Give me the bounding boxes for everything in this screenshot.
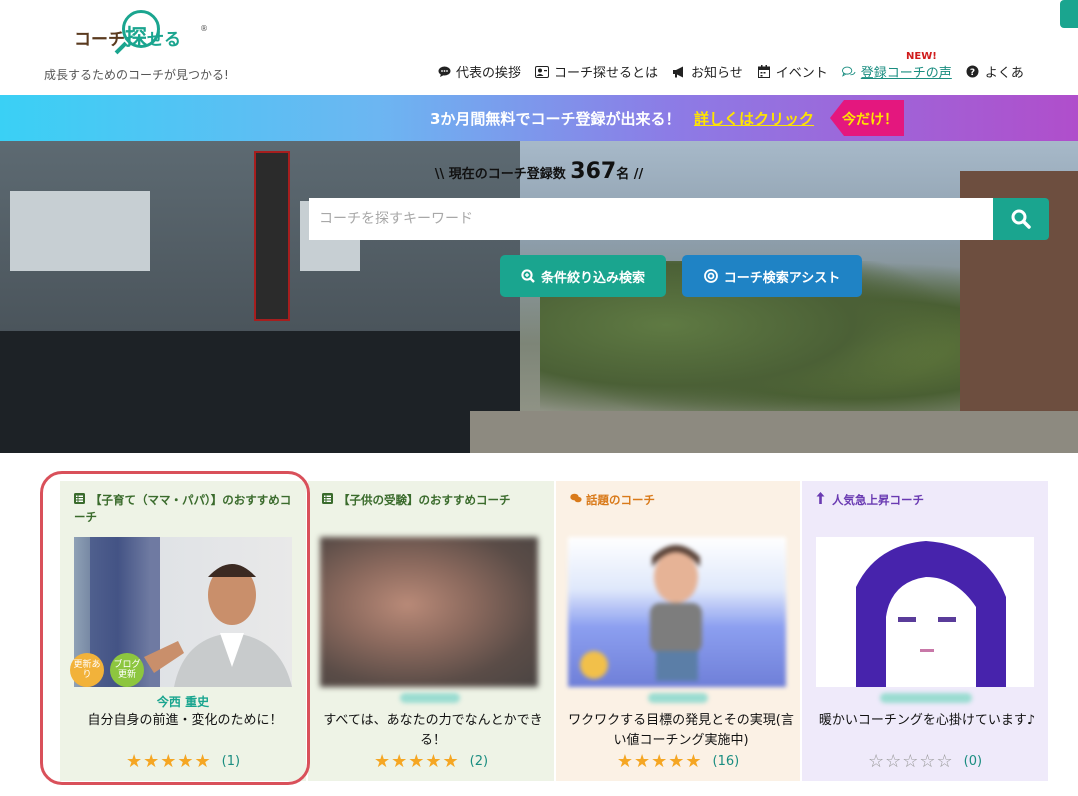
nav-label: 代表の挨拶 bbox=[456, 66, 522, 81]
star-icons: ★★★★★ bbox=[616, 751, 703, 772]
card-title: 話題のコーチ bbox=[570, 492, 655, 509]
coach-count-number: 367 bbox=[570, 159, 617, 184]
card-title: 【子供の受験】のおすすめコーチ bbox=[322, 492, 511, 509]
chat-bubble-icon bbox=[437, 65, 451, 79]
limited-time-tag: 今だけ！ bbox=[830, 100, 904, 136]
nav-item-coach-voices[interactable]: 登録コーチの声 bbox=[841, 62, 952, 81]
star-icons: ☆☆☆☆☆ bbox=[867, 751, 954, 772]
coach-description: すべては、あなたの力でなんとかできる！ bbox=[323, 713, 543, 748]
corner-menu-button[interactable] bbox=[1060, 0, 1078, 28]
site-tagline: 成長するためのコーチが見つかる! bbox=[44, 68, 229, 82]
coach-pixel-avatar bbox=[816, 537, 1034, 687]
featured-coach-cards: 【子育て（ママ・パパ）】のおすすめコーチ 更新あり ブログ更新 今西 重史 自分… bbox=[0, 453, 1078, 796]
logo-text: コーチ探せる bbox=[74, 20, 181, 52]
nav-item-faq[interactable]: ? よくあ bbox=[966, 62, 1024, 81]
hero-background-window bbox=[10, 191, 150, 271]
hero-search-section: \\ 現在のコーチ登録数 367名 // 条件絞り込み検索 コーチ検索アシスト bbox=[0, 141, 1078, 453]
coach-description: 暖かいコーチングを心掛けています♪ bbox=[818, 713, 1036, 728]
site-logo[interactable]: コーチ探せる ® bbox=[74, 8, 208, 58]
coach-count: \\ 現在のコーチ登録数 367名 // bbox=[0, 159, 1078, 184]
nav-label: 登録コーチの声 bbox=[860, 66, 952, 81]
lifebuoy-icon bbox=[703, 269, 718, 283]
review-count[interactable]: (0) bbox=[964, 754, 982, 769]
coach-assist-button[interactable]: コーチ検索アシスト bbox=[682, 255, 862, 297]
rating-stars: ☆☆☆☆☆ (0) bbox=[802, 751, 1048, 772]
rating-stars: ★★★★★ (16) bbox=[556, 751, 800, 772]
new-badge: NEW! bbox=[906, 51, 937, 62]
filter-search-button[interactable]: 条件絞り込み検索 bbox=[500, 255, 666, 297]
highlight-outline bbox=[40, 471, 310, 785]
search-button[interactable] bbox=[993, 198, 1049, 240]
promo-link[interactable]: 詳しくはクリック bbox=[694, 108, 814, 129]
question-circle-icon: ? bbox=[966, 65, 980, 79]
list-icon bbox=[322, 492, 334, 509]
registered-mark: ® bbox=[200, 24, 208, 33]
coach-name-blurred[interactable] bbox=[400, 693, 460, 703]
site-header: コーチ探せる ® 成長するためのコーチが見つかる! NEW! 代表の挨拶 コーチ… bbox=[0, 0, 1078, 95]
coach-name-blurred[interactable] bbox=[648, 693, 708, 703]
nav-item-events[interactable]: イベント bbox=[757, 62, 828, 81]
main-nav: 代表の挨拶 コーチ探せるとは お知らせ イベント 登録コーチの声 ? よくあ bbox=[437, 62, 1024, 81]
limited-time-tag-label: 今だけ！ bbox=[842, 112, 898, 128]
review-count[interactable]: (16) bbox=[713, 754, 740, 769]
logo-text-left: コーチ bbox=[74, 30, 125, 50]
promo-text: 3か月間無料でコーチ登録が出来る！ bbox=[430, 110, 681, 128]
coach-count-prefix: \\ 現在のコーチ登録数 bbox=[434, 167, 566, 182]
arrow-up-icon bbox=[816, 492, 828, 509]
nav-label: お知らせ bbox=[691, 66, 743, 81]
coach-assist-label: コーチ検索アシスト bbox=[723, 270, 841, 286]
coach-card-exam[interactable]: 【子供の受験】のおすすめコーチ すべては、あなたの力でなんとかできる！ ★★★★… bbox=[308, 481, 554, 781]
review-count[interactable]: (2) bbox=[470, 754, 488, 769]
coach-count-suffix: 名 // bbox=[616, 167, 644, 182]
calendar-icon bbox=[757, 65, 771, 79]
coach-photo[interactable] bbox=[816, 537, 1034, 687]
card-title-text: 【子供の受験】のおすすめコーチ bbox=[338, 493, 511, 507]
coach-search-input[interactable] bbox=[309, 198, 993, 240]
nav-label: コーチ探せるとは bbox=[554, 66, 659, 81]
nav-label: よくあ bbox=[984, 66, 1024, 81]
comments-icon bbox=[570, 492, 582, 509]
person-card-icon bbox=[535, 65, 550, 79]
star-icons: ★★★★★ bbox=[373, 751, 460, 772]
card-title-text: 話題のコーチ bbox=[586, 493, 655, 507]
search-plus-icon bbox=[521, 269, 535, 283]
nav-label: イベント bbox=[775, 66, 828, 81]
coach-card-trending[interactable]: 話題のコーチ ワクワクする目標の発見とその実現(言い値コーチング実施中) ★★★… bbox=[556, 481, 800, 781]
coach-description: ワクワクする目標の発見とその実現(言い値コーチング実施中) bbox=[568, 713, 794, 748]
card-title-text: 人気急上昇コーチ bbox=[832, 493, 924, 507]
nav-item-news[interactable]: お知らせ bbox=[672, 62, 743, 81]
logo-text-mid: 探 bbox=[125, 26, 148, 51]
comments-icon bbox=[841, 65, 856, 79]
coach-avatar-illustration bbox=[580, 545, 702, 681]
hero-background-road bbox=[470, 411, 1078, 453]
search-icon bbox=[1011, 209, 1031, 229]
card-title: 人気急上昇コーチ bbox=[816, 492, 924, 509]
coach-name-blurred[interactable] bbox=[880, 693, 972, 703]
coach-photo[interactable] bbox=[568, 537, 786, 687]
coach-photo[interactable] bbox=[320, 537, 538, 687]
promo-banner[interactable]: 3か月間無料でコーチ登録が出来る！ 詳しくはクリック 今だけ！ bbox=[0, 95, 1078, 141]
nav-item-about[interactable]: コーチ探せるとは bbox=[535, 62, 658, 81]
megaphone-icon bbox=[672, 65, 686, 79]
rating-stars: ★★★★★ (2) bbox=[308, 751, 554, 772]
nav-item-greeting[interactable]: 代表の挨拶 bbox=[437, 62, 521, 81]
filter-search-label: 条件絞り込み検索 bbox=[540, 270, 645, 286]
svg-text:?: ? bbox=[970, 68, 975, 78]
hero-background-storefront bbox=[0, 331, 520, 453]
coach-card-rising[interactable]: 人気急上昇コーチ 暖かいコーチングを心掛けています♪ ☆☆☆☆☆ (0) bbox=[802, 481, 1048, 781]
logo-text-end: せる bbox=[147, 30, 182, 50]
